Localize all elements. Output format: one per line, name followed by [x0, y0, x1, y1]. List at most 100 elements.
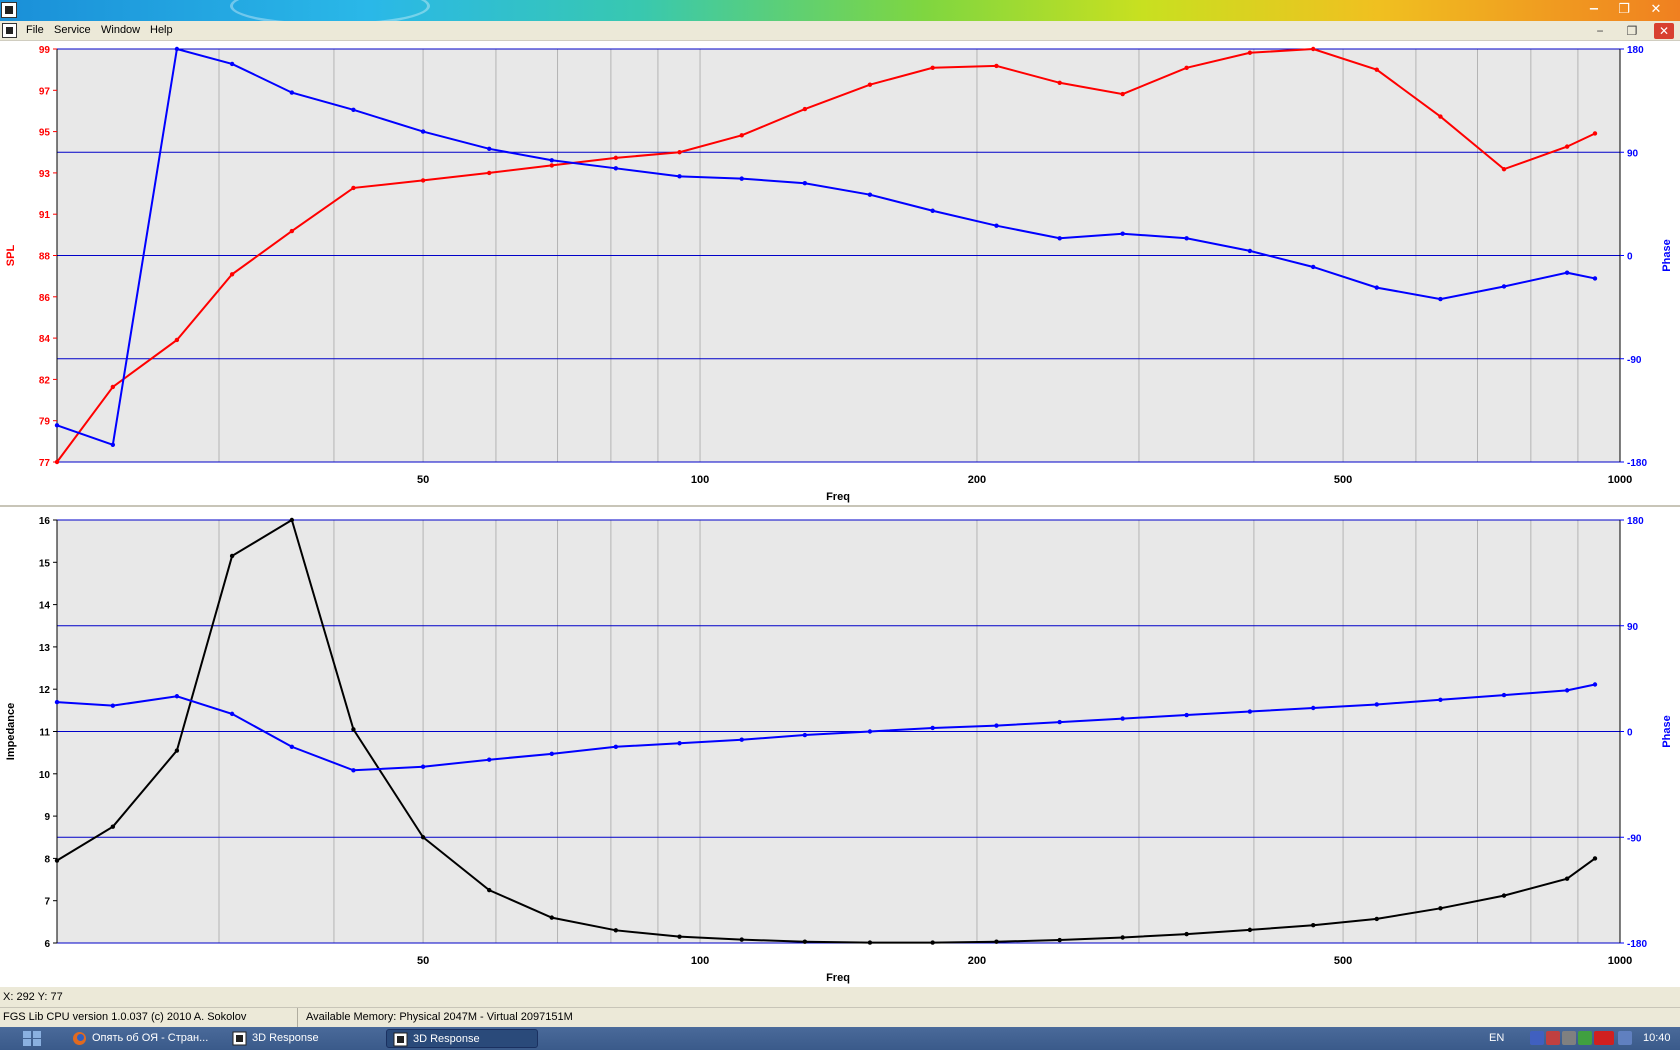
spl-chart-y2-axis-label: Phase	[1661, 239, 1673, 271]
impedance-chart-series-impedance-point	[289, 517, 295, 523]
impedance-chart-x-tick-label: 100	[691, 955, 709, 967]
menu-file[interactable]: File	[26, 24, 44, 36]
spl-chart-series-spl-point	[1564, 144, 1570, 149]
taskbar-item-firefox[interactable]: Опять об ОЯ - Стран...	[66, 1029, 216, 1048]
window-close-button[interactable]: ✕	[1645, 1, 1667, 19]
impedance-chart-series-impedance-point	[613, 928, 619, 933]
system-tray: EN 10:40	[1480, 1027, 1680, 1050]
mdi-close-button[interactable]: ✕	[1654, 23, 1674, 39]
impedance-chart-series-impedance-point	[677, 934, 682, 939]
impedance-chart-x-tick-label: 500	[1334, 955, 1352, 967]
impedance-chart-series-phase-point	[420, 764, 426, 769]
impedance-chart-series-impedance-point	[1564, 876, 1570, 881]
app-icon[interactable]	[1, 2, 17, 18]
firefox-icon	[73, 1032, 86, 1045]
impedance-chart-series-impedance-point	[1120, 935, 1125, 940]
spl-chart-series-spl-point	[351, 185, 356, 191]
spl-chart-series-phase-point	[739, 176, 744, 181]
mdi-minimize-button[interactable]: −	[1590, 23, 1610, 39]
impedance-chart-series-impedance-point	[110, 824, 116, 829]
app-icon	[232, 1031, 247, 1046]
spl-chart-series-spl-point	[549, 163, 554, 168]
ati-icon[interactable]	[1594, 1031, 1614, 1045]
impedance-chart-series-impedance-point	[739, 937, 744, 942]
spl-chart-series-phase-point	[229, 61, 235, 67]
spl-chart-left-tick-label: 82	[39, 375, 51, 386]
spl-chart-series-spl-point	[54, 459, 60, 465]
impedance-chart-series-impedance-point	[351, 727, 356, 732]
spl-chart-series-phase-point	[1247, 248, 1253, 254]
impedance-chart-series-phase-point	[1592, 682, 1598, 687]
volume-icon[interactable]	[1562, 1031, 1576, 1045]
spl-chart-x-tick-label: 50	[417, 474, 429, 486]
spl-chart-series-spl-point	[1057, 80, 1062, 85]
spl-chart-series-spl-point	[739, 133, 744, 138]
impedance-chart-series-impedance-point	[1184, 931, 1189, 937]
impedance-chart-series-impedance-point	[487, 887, 492, 893]
security-icon[interactable]	[1546, 1031, 1560, 1045]
spl-chart-left-tick-label: 86	[39, 293, 51, 304]
network-icon[interactable]	[1530, 1031, 1544, 1045]
impedance-chart-series-phase-point	[994, 723, 999, 728]
spl-chart-right-tick-label: 0	[1627, 252, 1633, 263]
spl-chart-series-spl-point	[420, 178, 426, 183]
impedance-chart-y2-axis-label: Phase	[1661, 715, 1673, 747]
spl-chart-right-tick-label: -90	[1627, 355, 1642, 366]
menu-help[interactable]: Help	[150, 24, 173, 36]
cursor-coordinates: X: 292 Y: 77	[0, 987, 1680, 1007]
impedance-chart-series-impedance-point	[802, 939, 808, 944]
spl-chart-x-tick-label: 100	[691, 474, 709, 486]
impedance-chart-series-phase-point	[1247, 709, 1253, 714]
spl-chart-x-tick-label: 200	[968, 474, 986, 486]
spl-chart-series-phase-point	[677, 174, 682, 179]
impedance-chart-left-tick-label: 6	[44, 939, 50, 950]
language-indicator[interactable]: EN	[1489, 1032, 1504, 1044]
display-icon[interactable]	[1618, 1031, 1632, 1045]
spl-phase-chart-panel[interactable]: 77 79 82 84 86 88 91 93 95 97 99 -180 -90 0 90 180 50 100…	[0, 41, 1680, 506]
spl-chart-series-spl-point	[1184, 65, 1189, 70]
start-windows-icon[interactable]	[22, 1030, 42, 1047]
impedance-chart-right-tick-label: 180	[1627, 516, 1644, 527]
impedance-chart-x-tick-label: 50	[417, 955, 429, 967]
spl-chart-series-phase-point	[54, 423, 60, 428]
spl-phase-chart[interactable]: 77 79 82 84 86 88 91 93 95 97 99 -180 -90 0 90 180 50 100…	[0, 41, 1680, 506]
impedance-chart-series-phase-point	[229, 711, 235, 717]
impedance-chart-series-impedance-point	[867, 940, 873, 945]
impedance-chart-left-tick-label: 10	[39, 770, 51, 781]
impedance-phase-chart[interactable]: 6 7 8 9 10 11 12 13 14 15 16 -180 -90 0 90 180 50 100 200 5…	[0, 507, 1680, 987]
spl-chart-series-spl-point	[1592, 131, 1598, 136]
decorative-swirl	[230, 0, 430, 21]
impedance-chart-series-phase-point	[930, 725, 935, 731]
impedance-chart-left-tick-label: 7	[44, 897, 50, 908]
window-restore-button[interactable]: ❐	[1613, 1, 1635, 19]
impedance-chart-right-tick-label: 0	[1627, 728, 1633, 739]
impedance-chart-right-tick-label: -90	[1627, 833, 1642, 844]
impedance-chart-left-tick-label: 14	[39, 601, 51, 612]
spl-chart-series-phase-point	[420, 129, 426, 134]
impedance-chart-series-phase-point	[1184, 712, 1189, 718]
spl-chart-series-phase-point	[1184, 236, 1189, 241]
impedance-chart-series-impedance-point	[1592, 856, 1598, 861]
spl-chart-left-tick-label: 88	[39, 252, 51, 263]
taskbar-item-3d-response-2[interactable]: 3D Response	[386, 1029, 538, 1048]
update-icon[interactable]	[1578, 1031, 1592, 1045]
menu-window[interactable]: Window	[101, 24, 140, 36]
spl-chart-series-spl-point	[289, 228, 295, 234]
spl-chart-left-tick-label: 95	[39, 128, 51, 139]
spl-chart-series-spl-point	[1374, 67, 1379, 72]
impedance-chart-series-impedance-point	[229, 553, 235, 559]
app-icon	[393, 1032, 408, 1047]
spl-chart-right-tick-label: 180	[1627, 45, 1644, 56]
impedance-chart-series-phase-point	[613, 744, 619, 749]
spl-chart-series-spl-point	[487, 170, 492, 176]
spl-chart-series-spl-point	[994, 63, 999, 69]
menu-service[interactable]: Service	[54, 24, 91, 36]
window-minimize-button[interactable]: −	[1583, 1, 1605, 19]
impedance-phase-chart-panel[interactable]: 6 7 8 9 10 11 12 13 14 15 16 -180 -90 0 90 180 50 100 200 5…	[0, 507, 1680, 987]
spl-chart-x-axis-label: Freq	[826, 491, 850, 503]
mdi-restore-button[interactable]: ❐	[1622, 23, 1642, 39]
impedance-chart-series-phase-point	[1438, 697, 1443, 702]
mdi-child-icon[interactable]	[2, 23, 17, 38]
impedance-chart-series-phase-point	[289, 744, 295, 749]
taskbar-item-3d-response-1[interactable]: 3D Response	[226, 1029, 376, 1048]
